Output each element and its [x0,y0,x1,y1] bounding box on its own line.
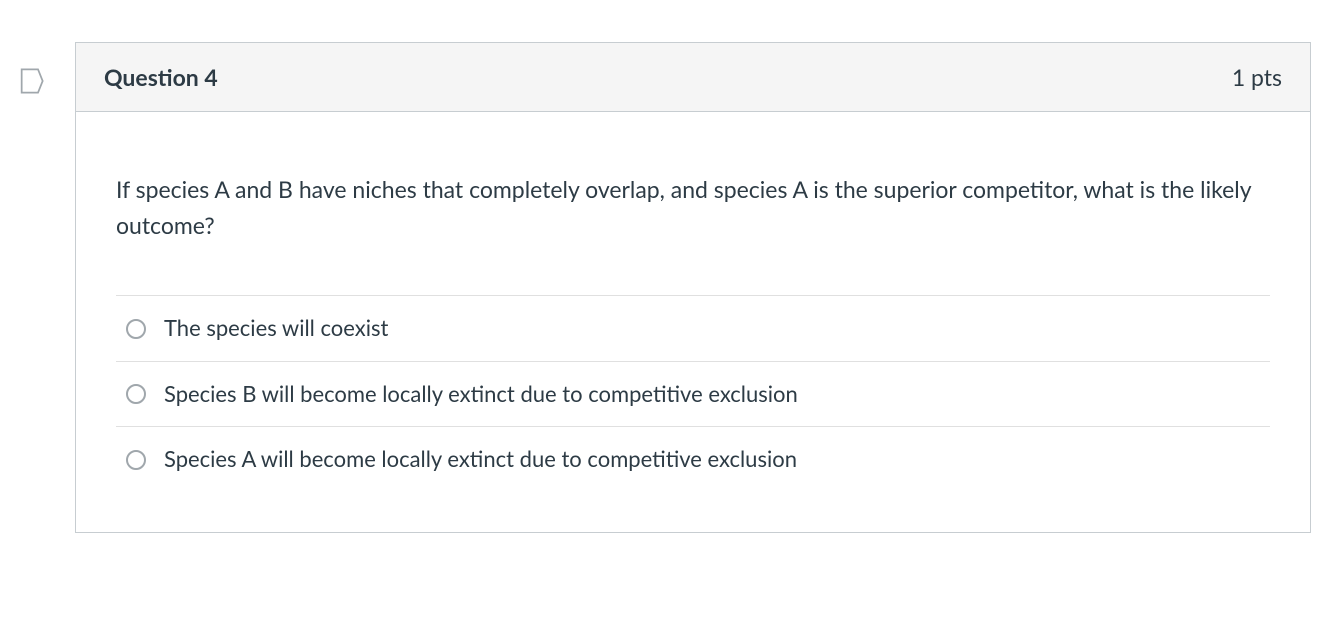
bookmark-icon[interactable] [17,67,45,95]
question-title: Question 4 [104,63,218,91]
radio-icon [126,384,146,404]
answer-list: The species will coexist Species B will … [116,295,1270,492]
answer-option[interactable]: The species will coexist [116,296,1270,362]
radio-icon [126,450,146,470]
answer-text: Species B will become locally extinct du… [164,380,798,409]
question-header: Question 4 1 pts [76,43,1310,112]
question-text: If species A and B have niches that comp… [116,172,1270,243]
answer-text: The species will coexist [164,314,388,343]
radio-icon [126,319,146,339]
question-card: Question 4 1 pts If species A and B have… [75,42,1311,533]
question-body: If species A and B have niches that comp… [76,112,1310,532]
answer-option[interactable]: Species A will become locally extinct du… [116,427,1270,492]
answer-option[interactable]: Species B will become locally extinct du… [116,362,1270,428]
question-points: 1 pts [1232,63,1282,91]
answer-text: Species A will become locally extinct du… [164,445,797,474]
